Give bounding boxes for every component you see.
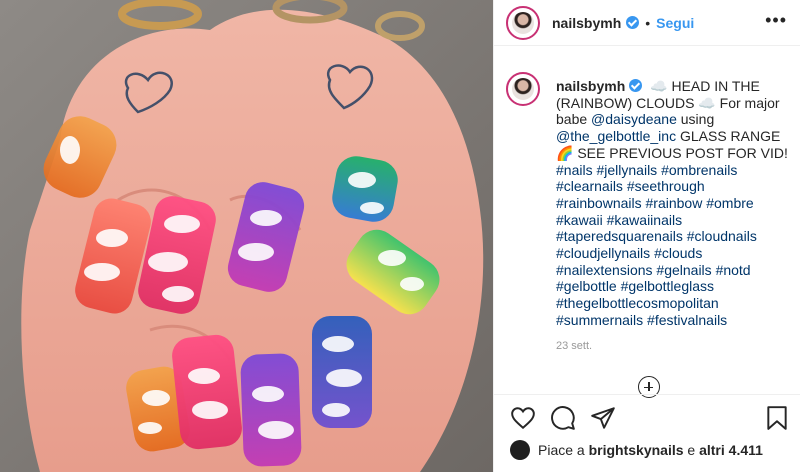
post-photo[interactable] xyxy=(0,0,493,472)
hashtag-link[interactable]: #gelbottleglass xyxy=(621,278,714,294)
hashtag-link[interactable]: #cloudjellynails xyxy=(556,245,650,261)
verified-icon xyxy=(629,79,643,92)
hashtag-link[interactable]: #gelbottle xyxy=(556,278,617,294)
hashtag-link[interactable]: #cloudnails xyxy=(687,228,757,244)
likes-others[interactable]: altri 4.411 xyxy=(699,442,763,458)
liker-avatar[interactable] xyxy=(510,440,530,460)
hashtag-link[interactable]: #festivalnails xyxy=(647,312,727,328)
mention-link[interactable]: @daisydeane xyxy=(591,111,677,127)
hashtag-link[interactable]: #summernails xyxy=(556,312,643,328)
caption-text: nailsbymh ☁️ HEAD IN THE (RAINBOW) CLOUD… xyxy=(556,78,791,329)
hashtag-link[interactable]: #kawaiinails xyxy=(607,212,682,228)
hashtag-link[interactable]: #gelnails xyxy=(656,262,711,278)
hashtag-link[interactable]: #clouds xyxy=(654,245,702,261)
hashtag-link[interactable]: #thegelbottlecosmopolitan xyxy=(556,295,719,311)
hashtag-link[interactable]: #clearnails xyxy=(556,178,623,194)
hashtag-link[interactable]: #rainbownails xyxy=(556,195,642,211)
follow-button[interactable]: Segui xyxy=(656,15,694,31)
separator-dot: • xyxy=(645,14,651,31)
more-options-icon[interactable]: ••• xyxy=(765,11,787,29)
hashtag-link[interactable]: #seethrough xyxy=(627,178,705,194)
post-date: 23 sett. xyxy=(556,340,593,352)
likes-summary: Piace a brightskynails e altri 4.411 xyxy=(510,440,763,460)
share-icon[interactable] xyxy=(590,405,616,431)
caption-line-2: using xyxy=(680,111,715,128)
hashtag-link[interactable]: #rainbow xyxy=(646,195,703,211)
post-header: nailsbymh • Segui ••• xyxy=(494,0,800,46)
action-bar xyxy=(494,394,800,438)
bookmark-icon[interactable] xyxy=(764,405,790,431)
hashtag-link[interactable]: #ombrenails xyxy=(661,162,737,178)
caption-avatar[interactable] xyxy=(506,72,540,106)
likes-prefix: Piace a xyxy=(538,442,585,458)
verified-icon xyxy=(626,16,640,29)
hashtag-link[interactable]: #nailextensions xyxy=(556,262,653,278)
hashtag-link[interactable]: #taperedsquarenails xyxy=(556,228,683,244)
hashtag-link[interactable]: #notd xyxy=(716,262,751,278)
hashtag-link[interactable]: #nails xyxy=(556,162,593,178)
photo-illustration xyxy=(0,0,493,472)
post-panel: nailsbymh • Segui ••• nailsbymh ☁️ HEAD … xyxy=(493,0,800,472)
likes-conj: e xyxy=(687,442,696,458)
hashtag-list: #nails #jellynails #ombrenails #clearnai… xyxy=(556,162,757,328)
liker-username[interactable]: brightskynails xyxy=(589,442,684,458)
mention-link[interactable]: @the_gelbottle_inc xyxy=(556,128,676,144)
header-username[interactable]: nailsbymh xyxy=(552,15,621,31)
hashtag-link[interactable]: #ombre xyxy=(706,195,753,211)
comment-icon[interactable] xyxy=(550,405,576,431)
hashtag-link[interactable]: #kawaii xyxy=(556,212,603,228)
hashtag-link[interactable]: #jellynails xyxy=(596,162,657,178)
heart-icon[interactable] xyxy=(510,405,536,431)
profile-avatar[interactable] xyxy=(506,5,540,40)
caption-username[interactable]: nailsbymh xyxy=(556,78,625,94)
